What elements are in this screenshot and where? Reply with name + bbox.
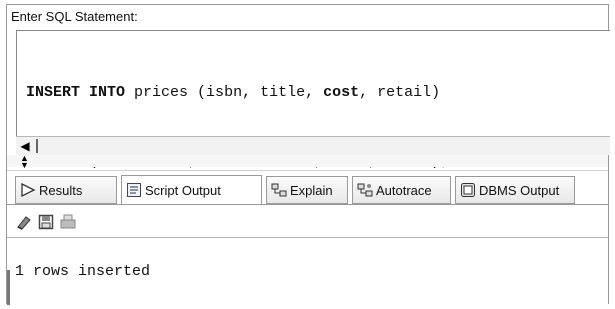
autotrace-icon <box>357 182 373 198</box>
tab-label: Autotrace <box>376 182 432 198</box>
sql-text: , retail) <box>359 84 441 101</box>
left-border-marker <box>7 270 10 305</box>
script-output-icon <box>126 182 142 198</box>
sql-text: prices (isbn, title, <box>125 84 324 101</box>
tab-script-output[interactable]: Script Output <box>121 175 262 205</box>
sql-keyword: cost <box>323 84 360 101</box>
tab-label: Script Output <box>145 182 221 198</box>
save-icon[interactable] <box>37 213 55 231</box>
output-tabs: Results Script Output Explain Autotrace … <box>7 170 608 205</box>
output-toolbar <box>7 204 608 237</box>
script-output-area[interactable]: 1 rows inserted <box>7 237 608 304</box>
dbms-output-icon <box>460 182 476 198</box>
scrollbar-thumb[interactable] <box>36 139 38 153</box>
sql-worksheet-panel: Enter SQL Statement: INSERT INTO prices … <box>6 4 610 305</box>
sql-keyword: INSERT <box>26 84 81 101</box>
tab-label: Results <box>39 182 83 198</box>
play-icon <box>20 182 36 198</box>
eraser-icon[interactable] <box>15 213 33 231</box>
scroll-left-icon[interactable]: ◀ <box>19 140 31 152</box>
tab-dbms-output[interactable]: DBMS Output <box>455 176 575 204</box>
sql-keyword: INTO <box>89 84 126 101</box>
explain-icon <box>271 182 287 198</box>
tab-autotrace[interactable]: Autotrace <box>352 176 451 204</box>
tab-label: Explain <box>290 182 333 198</box>
print-icon[interactable] <box>59 213 77 231</box>
splitter-arrows-icon[interactable]: ▲ ▼ <box>20 154 29 170</box>
panel-splitter[interactable]: ▲ ▼ <box>7 154 608 170</box>
editor-label: Enter SQL Statement: <box>11 9 138 24</box>
sql-line: INSERT INTO prices (isbn, title, cost, r… <box>26 81 449 104</box>
tab-explain[interactable]: Explain <box>266 176 348 204</box>
horizontal-scrollbar[interactable]: ◀ <box>16 136 610 155</box>
tab-results[interactable]: Results <box>15 176 117 204</box>
tab-label: DBMS Output <box>479 182 560 198</box>
script-output-text: 1 rows inserted <box>15 263 151 280</box>
